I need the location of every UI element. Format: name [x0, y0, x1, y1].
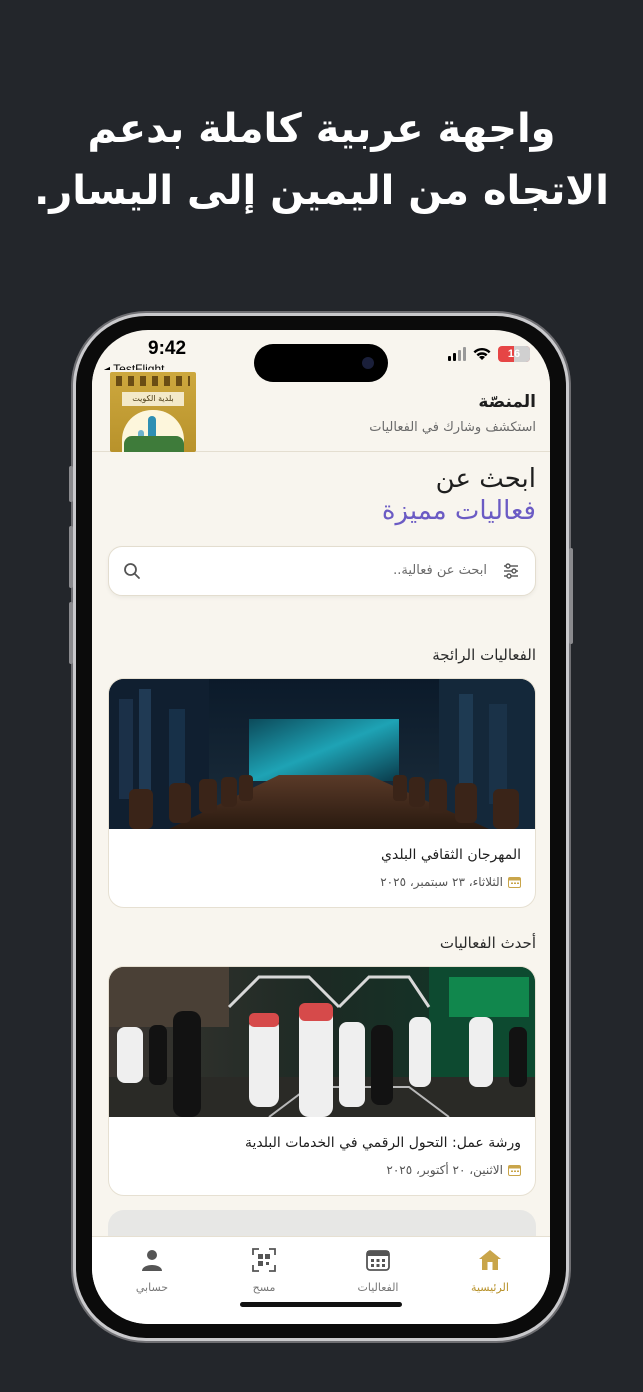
qr-code-icon — [252, 1248, 276, 1272]
action-button — [69, 466, 73, 502]
promo-line-2: الاتجاه من اليمين إلى اليسار. — [34, 168, 609, 214]
section-title-latest: أحدث الفعاليات — [439, 934, 536, 952]
hero-title-line-1: ابحث عن — [435, 464, 536, 494]
bottom-tab-bar: حسابي مسح الفعاليات الرئيسية — [92, 1236, 550, 1324]
calendar-icon — [508, 877, 521, 888]
tab-account[interactable]: حسابي — [112, 1247, 192, 1294]
event-title: ورشة عمل: التحول الرقمي في الخدمات البلد… — [245, 1135, 521, 1151]
section-title-trending: الفعاليات الرائجة — [432, 646, 536, 664]
tab-scan[interactable]: مسح — [224, 1247, 304, 1294]
volume-down-button — [69, 602, 73, 664]
phone-screen: 9:42 ◂ TestFlight 16 بلدية الكويت المنصّ… — [92, 330, 550, 1324]
wifi-icon — [473, 347, 491, 360]
battery-icon: 16 — [498, 346, 530, 362]
filter-icon[interactable] — [503, 563, 519, 579]
status-indicators: 16 — [448, 346, 530, 362]
volume-up-button — [69, 526, 73, 588]
dynamic-island — [254, 344, 388, 382]
power-button — [569, 548, 573, 644]
app-header: بلدية الكويت المنصّة استكشف وشارك في الف… — [92, 370, 550, 452]
calendar-icon — [508, 1165, 521, 1176]
cellular-signal-icon — [448, 347, 466, 361]
promo-line-1: واجهة عربية كاملة بدعم — [87, 106, 556, 152]
tab-home-label: الرئيسية — [471, 1281, 509, 1294]
phone-frame: 9:42 ◂ TestFlight 16 بلدية الكويت المنصّ… — [69, 316, 573, 1338]
event-card[interactable]: ورشة عمل: التحول الرقمي في الخدمات البلد… — [108, 966, 536, 1196]
event-date: الاثنين، ٢٠ أكتوبر، ٢٠٢٥ — [386, 1163, 503, 1177]
search-icon[interactable] — [123, 562, 141, 580]
tab-events-label: الفعاليات — [357, 1281, 399, 1294]
status-time: 9:42 — [148, 338, 187, 359]
event-image-conference-room — [109, 679, 535, 829]
search-bar[interactable]: ابحث عن فعالية.. — [108, 546, 536, 596]
calendar-grid-icon — [366, 1250, 390, 1271]
app-subtitle: استكشف وشارك في الفعاليات — [369, 420, 536, 435]
tab-account-label: حسابي — [135, 1281, 169, 1294]
app-title: المنصّة — [478, 392, 536, 412]
logo-plate-text: بلدية الكويت — [122, 392, 184, 406]
event-image-workshop-hall — [109, 967, 535, 1117]
event-card[interactable]: المهرجان الثقافي البلدي الثلاثاء، ٢٣ سبت… — [108, 678, 536, 908]
promo-headline: واجهة عربية كاملة بدعم الاتجاه من اليمين… — [0, 98, 643, 222]
tab-scan-label: مسح — [252, 1281, 276, 1294]
search-input[interactable]: ابحث عن فعالية.. — [393, 563, 487, 578]
home-icon — [479, 1250, 501, 1270]
person-icon — [142, 1250, 162, 1271]
tab-home[interactable]: الرئيسية — [450, 1247, 530, 1294]
event-title: المهرجان الثقافي البلدي — [381, 847, 521, 863]
tab-events[interactable]: الفعاليات — [338, 1247, 418, 1294]
event-date: الثلاثاء، ٢٣ سبتمبر، ٢٠٢٥ — [380, 875, 503, 889]
municipality-logo: بلدية الكويت — [110, 372, 196, 452]
home-indicator[interactable] — [240, 1302, 402, 1307]
hero-title-line-2: فعاليات مميزة — [381, 496, 536, 526]
